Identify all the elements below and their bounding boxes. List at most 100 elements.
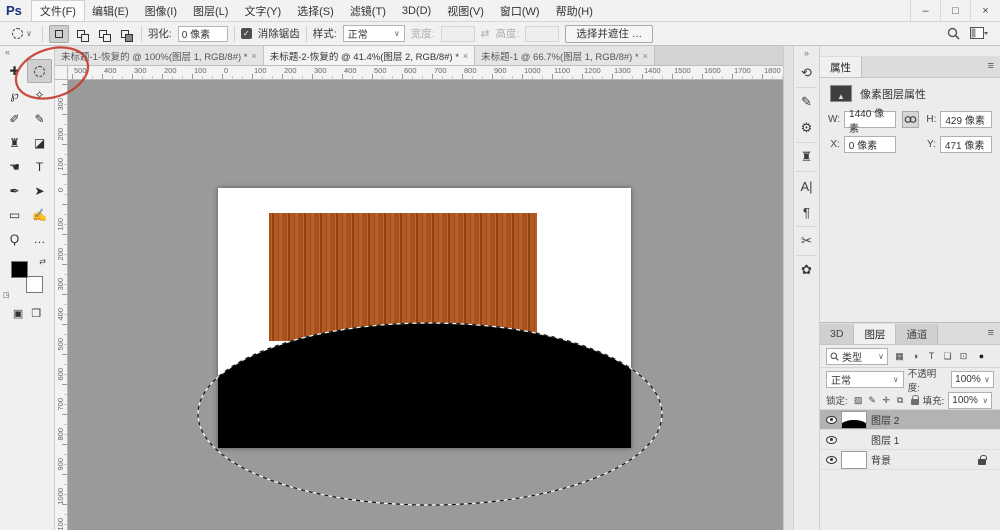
tab-2[interactable]: 通道 bbox=[896, 324, 938, 344]
menu-item-6[interactable]: 滤镜(T) bbox=[342, 1, 394, 21]
tab-properties[interactable]: 属性 bbox=[820, 57, 862, 77]
menu-item-9[interactable]: 窗口(W) bbox=[492, 1, 548, 21]
move-tool[interactable]: ✚ bbox=[2, 59, 27, 83]
layer-row-1[interactable]: 图层 1 bbox=[820, 430, 1000, 450]
panel-menu-icon[interactable]: ≡ bbox=[988, 60, 994, 72]
history-icon[interactable]: ⟲ bbox=[794, 60, 819, 86]
panel-menu-icon[interactable]: ≡ bbox=[988, 327, 994, 339]
swap-colors-icon[interactable]: ⇄ bbox=[39, 257, 46, 266]
tab-1[interactable]: 图层 bbox=[854, 324, 896, 344]
workspace-switcher-icon[interactable] bbox=[970, 27, 988, 40]
menu-item-8[interactable]: 视图(V) bbox=[439, 1, 492, 21]
maximize-button[interactable]: □ bbox=[940, 0, 970, 21]
default-colors-icon[interactable]: ◳ bbox=[3, 291, 10, 299]
foreground-color-swatch[interactable] bbox=[11, 261, 28, 278]
hand-tool[interactable]: ✍ bbox=[27, 203, 52, 227]
layer-thumbnail[interactable] bbox=[841, 411, 867, 429]
link-dimensions-button[interactable] bbox=[902, 111, 919, 128]
brush-settings-icon[interactable]: ✎ bbox=[794, 89, 819, 115]
filter-type-select[interactable]: 类型 ∨ bbox=[826, 348, 888, 365]
lock-paint-icon[interactable]: ✎ bbox=[866, 395, 879, 406]
y-field[interactable]: 471 像素 bbox=[940, 136, 992, 153]
visibility-eye-icon[interactable] bbox=[826, 436, 837, 444]
quick-mask-button[interactable]: ▣ bbox=[13, 307, 23, 320]
screen-mode-button[interactable]: ❐ bbox=[31, 307, 41, 320]
type-tool[interactable]: T bbox=[27, 155, 52, 179]
lock-artboard-icon[interactable]: ⧉ bbox=[894, 395, 907, 406]
close-tab-icon[interactable]: × bbox=[643, 51, 648, 61]
toolbar-collapse-button[interactable]: « bbox=[0, 46, 54, 59]
lock-move-icon[interactable]: ✛ bbox=[880, 395, 893, 406]
menu-item-7[interactable]: 3D(D) bbox=[394, 3, 439, 19]
search-icon[interactable] bbox=[947, 27, 960, 40]
x-field[interactable]: 0 像素 bbox=[844, 136, 896, 153]
layer-thumbnail[interactable] bbox=[841, 451, 867, 469]
layer-row-0[interactable]: 图层 2 bbox=[820, 410, 1000, 430]
fill-select[interactable]: 100% ∨ bbox=[948, 392, 992, 409]
filter-type-icon[interactable]: T bbox=[924, 348, 939, 364]
close-button[interactable]: × bbox=[970, 0, 1000, 21]
lock-all-icon[interactable] bbox=[911, 399, 919, 405]
lock-transparent-icon[interactable]: ▨ bbox=[852, 395, 865, 406]
menu-item-3[interactable]: 图层(L) bbox=[185, 1, 236, 21]
shape-tool[interactable]: ▭ bbox=[2, 203, 27, 227]
eyedropper-tool[interactable]: ✐ bbox=[2, 107, 27, 131]
character-icon[interactable]: A| bbox=[794, 173, 819, 199]
smudge-tool[interactable]: ☚ bbox=[2, 155, 27, 179]
document-tab-3[interactable]: 未标题-1 @ 66.7%(图层 1, RGB/8#) *× bbox=[475, 46, 655, 65]
filter-adjustment-icon[interactable]: ◑ bbox=[908, 348, 923, 364]
menu-item-10[interactable]: 帮助(H) bbox=[548, 1, 601, 21]
menu-item-4[interactable]: 文字(Y) bbox=[236, 1, 289, 21]
swap-dimensions-icon[interactable]: ⇄ bbox=[481, 28, 490, 40]
menu-item-0[interactable]: 文件(F) bbox=[32, 1, 84, 21]
close-tab-icon[interactable]: × bbox=[252, 51, 257, 61]
paragraph-icon[interactable]: ¶ bbox=[794, 199, 819, 225]
width-field[interactable]: 1440 像素 bbox=[844, 111, 896, 128]
visibility-eye-icon[interactable] bbox=[826, 456, 837, 464]
tool-preset-picker[interactable]: ∨ bbox=[8, 26, 36, 41]
clone-source-icon[interactable]: ♜ bbox=[794, 144, 819, 170]
layer-row-2[interactable]: 背景 bbox=[820, 450, 1000, 470]
filter-pixel-icon[interactable]: ▦ bbox=[892, 348, 907, 364]
vertical-ruler[interactable]: 3002001000100200300400500600700800900100… bbox=[55, 80, 68, 530]
zoom-tool[interactable]: Ϙ bbox=[2, 227, 27, 251]
height-field[interactable]: 429 像素 bbox=[940, 111, 992, 128]
background-color-swatch[interactable] bbox=[26, 276, 43, 293]
select-and-mask-button[interactable]: 选择并遮住 … bbox=[565, 25, 653, 43]
ruler-corner[interactable] bbox=[55, 66, 68, 80]
elliptical-marquee-tool[interactable] bbox=[27, 59, 52, 83]
clone-stamp-tool[interactable]: ♜ bbox=[2, 131, 27, 155]
brush-tool[interactable]: ✎ bbox=[27, 107, 52, 131]
add-selection-button[interactable] bbox=[71, 25, 91, 43]
edit-toolbar-button[interactable]: … bbox=[27, 227, 52, 251]
lasso-tool[interactable]: ℘ bbox=[2, 83, 27, 107]
style-select[interactable]: 正常 ∨ bbox=[343, 25, 405, 42]
tool-presets-icon[interactable]: ✂ bbox=[794, 228, 819, 254]
magic-wand-tool[interactable]: ✧ bbox=[27, 83, 52, 107]
filter-shape-icon[interactable]: ❏ bbox=[940, 348, 955, 364]
blend-mode-select[interactable]: 正常 ∨ bbox=[826, 371, 904, 388]
pen-tool[interactable]: ✒ bbox=[2, 179, 27, 203]
path-select-tool[interactable]: ➤ bbox=[27, 179, 52, 203]
subtract-selection-button[interactable] bbox=[93, 25, 113, 43]
new-selection-button[interactable] bbox=[49, 25, 69, 43]
minimize-button[interactable]: – bbox=[910, 0, 940, 21]
intersect-selection-button[interactable] bbox=[115, 25, 135, 43]
filter-smartobject-icon[interactable]: ⊡ bbox=[956, 348, 971, 364]
filter-toggle-icon[interactable]: ● bbox=[974, 348, 989, 364]
opacity-select[interactable]: 100% ∨ bbox=[951, 371, 994, 388]
document-tab-1[interactable]: 未标题-1-恢复的 @ 100%(图层 1, RGB/8#) *× bbox=[55, 46, 264, 65]
pasteboard[interactable] bbox=[68, 80, 783, 530]
strip-collapse-button[interactable]: » bbox=[804, 48, 809, 60]
document-tab-2[interactable]: 未标题-2-恢复的 @ 41.4%(图层 2, RGB/8#) *× bbox=[264, 46, 475, 65]
adjustments-icon[interactable]: ⚙ bbox=[794, 115, 819, 141]
feather-input[interactable]: 0 像素 bbox=[178, 26, 228, 42]
close-tab-icon[interactable]: × bbox=[463, 51, 468, 61]
horizontal-ruler[interactable]: 5004003002001000100200300400500600700800… bbox=[68, 66, 783, 80]
tab-0[interactable]: 3D bbox=[820, 324, 854, 344]
eraser-tool[interactable]: ◪ bbox=[27, 131, 52, 155]
menu-item-2[interactable]: 图像(I) bbox=[137, 1, 185, 21]
visibility-eye-icon[interactable] bbox=[826, 416, 837, 424]
swatches-icon[interactable]: ✿ bbox=[794, 257, 819, 283]
menu-item-5[interactable]: 选择(S) bbox=[289, 1, 342, 21]
